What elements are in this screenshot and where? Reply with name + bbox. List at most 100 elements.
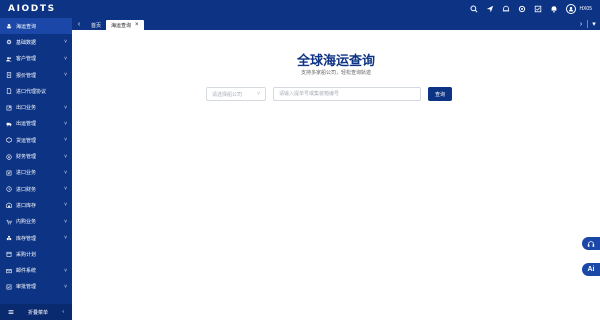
sidebar-item-label: 报价管理 (16, 72, 37, 79)
sidebar-item[interactable]: 进口代理协议 (0, 83, 72, 99)
tab-dropdown-button[interactable]: ▾ (588, 18, 600, 30)
sidebar-item-label: 进口业务 (16, 170, 37, 177)
sidebar-item[interactable]: 进口业务 ˅ (0, 165, 72, 181)
top-toolbar: HX05 (466, 1, 600, 17)
chevron-down-icon: ˅ (64, 202, 67, 209)
tab-scroll-left-button[interactable]: ‹ (72, 18, 86, 30)
tracking-number-input[interactable] (273, 87, 421, 101)
gear-icon (6, 40, 12, 45)
sidebar-item[interactable]: 出运管理 ˅ (0, 116, 72, 132)
chevron-down-icon: ˅ (64, 186, 67, 193)
chevron-down-icon: ˅ (64, 72, 67, 79)
sidebar-item-label: 出运管理 (16, 121, 37, 128)
sidebar-item-label: 海运查询 (16, 23, 37, 30)
chevron-left-icon: ‹ (62, 309, 64, 315)
sidebar-item[interactable]: 报价管理 ˅ (0, 67, 72, 83)
sidebar-menu: 海运查询基础数据 ˅ 客户管理 ˅ 报价管理 ˅ 进口代理协议 出口业务 ˅ 出运管理 ˅ 货运管理 ˅… (0, 18, 72, 295)
money-icon (6, 153, 12, 160)
tab-scroll-right-button[interactable]: › (575, 18, 587, 30)
chevron-down-icon: ˅ (64, 267, 67, 274)
carrier-select-placeholder: 请选择船公司 (212, 91, 243, 98)
plan-icon (6, 252, 12, 257)
chevron-down-icon: ˅ (64, 120, 67, 127)
user-avatar[interactable] (566, 4, 577, 14)
bell-outline-icon[interactable] (498, 1, 514, 17)
sidebar-item[interactable]: 库存管理 ˅ (0, 230, 72, 246)
ai-label: Ai (587, 266, 595, 273)
chevron-down-icon: ˅ (64, 55, 67, 62)
page-subtitle: 支持多家船公司，轻松查询轨迹 (300, 70, 371, 76)
page-title: 全球海运查询 (296, 54, 375, 69)
sidebar-item[interactable]: 进口财务 ˅ (0, 181, 72, 197)
chevron-down-icon: ˅ (64, 218, 67, 225)
main-content: 全球海运查询 支持多家船公司，轻松查询轨迹 请选择船公司 ˅ 查询 (72, 30, 600, 320)
sidebar-item[interactable]: 邮件系统 ˅ (0, 262, 72, 278)
send-icon[interactable] (482, 1, 498, 17)
search-icon[interactable] (466, 1, 482, 17)
chevron-down-icon: ˅ (64, 283, 67, 290)
collapse-menu-label: 折叠菜单 (28, 309, 49, 316)
menu-icon (8, 310, 14, 314)
search-button[interactable]: 查询 (428, 87, 452, 101)
bell-icon[interactable] (546, 1, 562, 17)
carrier-select[interactable]: 请选择船公司 ˅ (206, 87, 266, 101)
export-icon (6, 105, 12, 111)
sidebar-item[interactable]: 货运管理 ˅ (0, 132, 72, 148)
headset-icon (587, 240, 595, 247)
collapse-menu-button[interactable]: 折叠菜单 ‹ (0, 304, 72, 320)
tab-bar: ‹ 首页 海运查询 × › ▾ (72, 18, 600, 30)
sidebar-item[interactable]: 审批管理 ˅ (0, 279, 72, 295)
app-logo[interactable]: AIODTS (0, 4, 72, 14)
tab-shipping-query[interactable]: 海运查询 × (106, 20, 144, 30)
ai-assistant-button[interactable]: Ai (582, 263, 600, 276)
people-icon (6, 56, 12, 62)
sidebar-item-label: 库存管理 (16, 235, 37, 242)
customer-service-button[interactable] (582, 237, 600, 250)
sidebar-item[interactable]: 采购计划 (0, 246, 72, 262)
clock-icon (6, 186, 12, 192)
chevron-down-icon: ˅ (64, 169, 67, 176)
search-bar: 请选择船公司 ˅ 查询 (206, 87, 452, 101)
warehouse-icon (6, 202, 12, 209)
truck-icon (6, 122, 12, 127)
sidebar-item[interactable]: 出口业务 ˅ (0, 99, 72, 115)
chevron-down-icon: ˅ (64, 235, 67, 241)
checkbox-icon[interactable] (530, 1, 546, 17)
ship-icon (6, 24, 12, 29)
sidebar-item[interactable]: 基础数据 ˅ (0, 34, 72, 50)
sidebar-item-label: 内购业务 (16, 219, 37, 226)
tab-home[interactable]: 首页 (86, 20, 106, 30)
username[interactable]: HX05 (579, 6, 592, 12)
sidebar-item-label: 出口业务 (16, 105, 37, 112)
sidebar-item[interactable]: 内购业务 ˅ (0, 214, 72, 230)
user-icon (569, 6, 574, 12)
sidebar-item-label: 采购计划 (16, 251, 37, 258)
chevron-down-icon: ˅ (64, 137, 67, 144)
chevron-down-icon: ˅ (64, 104, 67, 111)
sidebar-item-label: 进口库存 (16, 202, 37, 209)
sidebar-item[interactable]: 海运查询 (0, 18, 72, 35)
chevron-down-icon: ˅ (64, 153, 67, 160)
sidebar-item-label: 客户管理 (16, 56, 37, 63)
quote-icon (6, 72, 12, 78)
sidebar-item-label: 邮件系统 (16, 268, 37, 275)
cart-icon (6, 219, 12, 225)
box-icon (6, 137, 12, 143)
sidebar-item[interactable]: 进口库存 ˅ (0, 197, 72, 213)
settings-icon[interactable] (514, 1, 530, 17)
sidebar-item-label: 进口代理协议 (16, 88, 47, 95)
sidebar-item[interactable]: 财务管理 ˅ (0, 148, 72, 164)
sidebar-item[interactable]: 客户管理 ˅ (0, 51, 72, 67)
stock-icon (6, 235, 12, 241)
close-icon[interactable]: × (135, 22, 139, 28)
tab-home-label: 首页 (91, 22, 102, 29)
tab-shipping-query-label: 海运查询 (111, 22, 132, 29)
sidebar-item-label: 财务管理 (16, 154, 37, 161)
tab-bar-controls: › ▾ (575, 18, 600, 30)
sidebar: 海运查询基础数据 ˅ 客户管理 ˅ 报价管理 ˅ 进口代理协议 出口业务 ˅ 出运管理 ˅ 货运管理 ˅… (0, 18, 72, 320)
sidebar-item-label: 货运管理 (16, 137, 37, 144)
top-bar: AIODTS HX05 (0, 0, 600, 18)
sidebar-item-label: 基础数据 (16, 39, 37, 46)
chevron-down-icon: ˅ (64, 39, 67, 46)
import-icon (6, 170, 12, 176)
